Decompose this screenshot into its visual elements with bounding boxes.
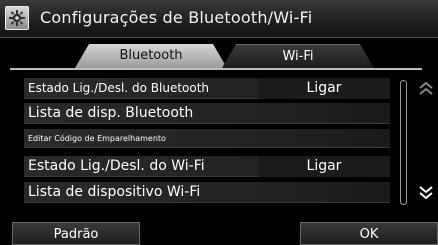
scrollbar[interactable] (400, 80, 407, 205)
setting-value: Ligar (258, 78, 390, 99)
setting-row-wifi-state[interactable]: Estado Lig./Desl. do Wi-Fi Ligar (24, 156, 390, 177)
setting-row-wifi-list[interactable]: Lista de dispositivo Wi-Fi (24, 182, 390, 203)
setting-row-bluetooth-list[interactable]: Lista de disp. Bluetooth (24, 103, 390, 124)
setting-label: Lista de disp. Bluetooth (28, 105, 194, 121)
setting-label: Estado Lig./Desl. do Bluetooth (28, 81, 210, 95)
tab-divider (10, 68, 422, 70)
settings-gear-icon (5, 6, 29, 30)
ok-button[interactable]: OK (300, 222, 438, 245)
setting-label: Estado Lig./Desl. do Wi-Fi (28, 158, 205, 174)
tab-bluetooth[interactable]: Bluetooth (75, 44, 227, 68)
setting-value: Ligar (258, 156, 390, 177)
title-bar: Configurações de Bluetooth/Wi-Fi (0, 0, 438, 38)
setting-row-bluetooth-state[interactable]: Estado Lig./Desl. do Bluetooth Ligar (24, 78, 390, 99)
setting-label: Lista de dispositivo Wi-Fi (28, 184, 201, 200)
setting-label: Editar Código de Emparelhamento (28, 134, 166, 143)
default-button[interactable]: Padrão (12, 222, 140, 245)
page-title: Configurações de Bluetooth/Wi-Fi (40, 8, 313, 27)
tab-wifi[interactable]: Wi-Fi (222, 44, 374, 68)
setting-row-pairing-code[interactable]: Editar Código de Emparelhamento (24, 129, 390, 148)
scroll-down-icon[interactable] (418, 184, 434, 202)
scroll-up-icon[interactable] (418, 80, 434, 98)
